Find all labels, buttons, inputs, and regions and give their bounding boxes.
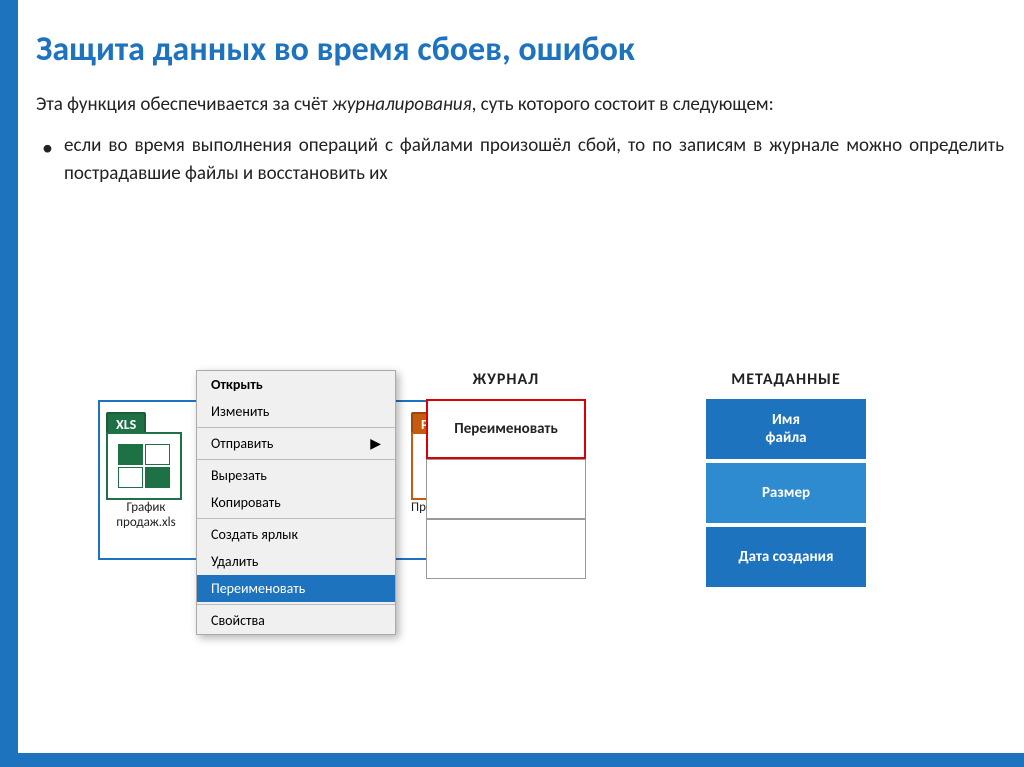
context-menu-shortcut[interactable]: Создать ярлык xyxy=(197,521,395,548)
context-menu-delete[interactable]: Удалить xyxy=(197,548,395,575)
journal-empty-2 xyxy=(426,519,586,579)
slide-title: Защита данных во время сбоев, ошибок xyxy=(36,30,1004,71)
bullet-item: если во время выполнения операций с файл… xyxy=(36,132,1004,187)
context-menu-properties[interactable]: Свойства xyxy=(197,607,395,634)
body-spacer xyxy=(626,399,666,587)
metadata-size: Размер xyxy=(706,463,866,523)
journal-section: ЖУРНАЛ МЕТАДАННЫЕ Переименовать xyxy=(426,370,1004,587)
slide: Защита данных во время сбоев, ошибок Эта… xyxy=(0,0,1024,767)
context-menu-open[interactable]: Открыть xyxy=(197,371,395,398)
bottom-accent-bar xyxy=(0,753,1024,767)
metadata-date-label: Дата создания xyxy=(739,548,834,566)
xls-icon-body xyxy=(106,432,182,500)
metadata-filename: Имяфайла xyxy=(706,399,866,459)
xls-cell-3 xyxy=(118,467,143,488)
intro-italic: журналирования xyxy=(332,93,472,116)
context-separator-1 xyxy=(197,427,395,428)
context-separator-4 xyxy=(197,604,395,605)
context-separator-2 xyxy=(197,459,395,460)
xls-grid xyxy=(118,444,170,488)
context-menu-send-arrow: ▶ xyxy=(370,435,381,452)
intro-paragraph: Эта функция обеспечивается за счёт журна… xyxy=(36,91,1004,119)
journal-column: Переименовать xyxy=(426,399,586,587)
xls-cell-2 xyxy=(145,444,170,465)
header-spacer xyxy=(626,370,666,389)
context-separator-3 xyxy=(197,518,395,519)
intro-text-1: Эта функция обеспечивается за счёт xyxy=(36,93,332,116)
xls-label: Графикпродаж.xls xyxy=(106,500,186,530)
metadata-size-label: Размер xyxy=(762,484,810,502)
context-menu-send[interactable]: Отправить ▶ xyxy=(197,430,395,457)
metadata-header-title: МЕТАДАННЫЕ xyxy=(706,370,866,389)
metadata-date: Дата создания xyxy=(706,527,866,587)
xls-file-item: XLS Графикпродаж.xls xyxy=(106,410,186,530)
context-menu-copy[interactable]: Копировать xyxy=(197,489,395,516)
diagram-area: XLS Графикпродаж.xls W xyxy=(36,370,1004,747)
context-menu-change[interactable]: Изменить xyxy=(197,398,395,425)
journal-empty-1 xyxy=(426,459,586,519)
journal-header-title: ЖУРНАЛ xyxy=(426,370,586,389)
intro-text-2: , суть которого состоит в следующем: xyxy=(472,93,774,116)
metadata-column: Имяфайла Размер Дата создания xyxy=(706,399,866,587)
xls-cell-1 xyxy=(118,444,143,465)
journal-header: ЖУРНАЛ МЕТАДАННЫЕ xyxy=(426,370,1004,389)
xls-icon: XLS xyxy=(106,410,186,500)
context-menu-send-label: Отправить xyxy=(211,435,273,452)
journal-rename-box: Переименовать xyxy=(426,399,586,459)
context-menu-rename[interactable]: Переименовать xyxy=(197,575,395,602)
context-menu-cut[interactable]: Вырезать xyxy=(197,462,395,489)
journal-rename-label: Переименовать xyxy=(454,420,557,438)
journal-metadata-body: Переименовать Имяфайла Размер xyxy=(426,399,1004,587)
left-accent-bar xyxy=(0,0,18,767)
metadata-filename-label: Имяфайла xyxy=(765,411,806,447)
context-menu: Открыть Изменить Отправить ▶ Вырезать Ко… xyxy=(196,370,396,635)
xls-cell-4 xyxy=(145,467,170,488)
